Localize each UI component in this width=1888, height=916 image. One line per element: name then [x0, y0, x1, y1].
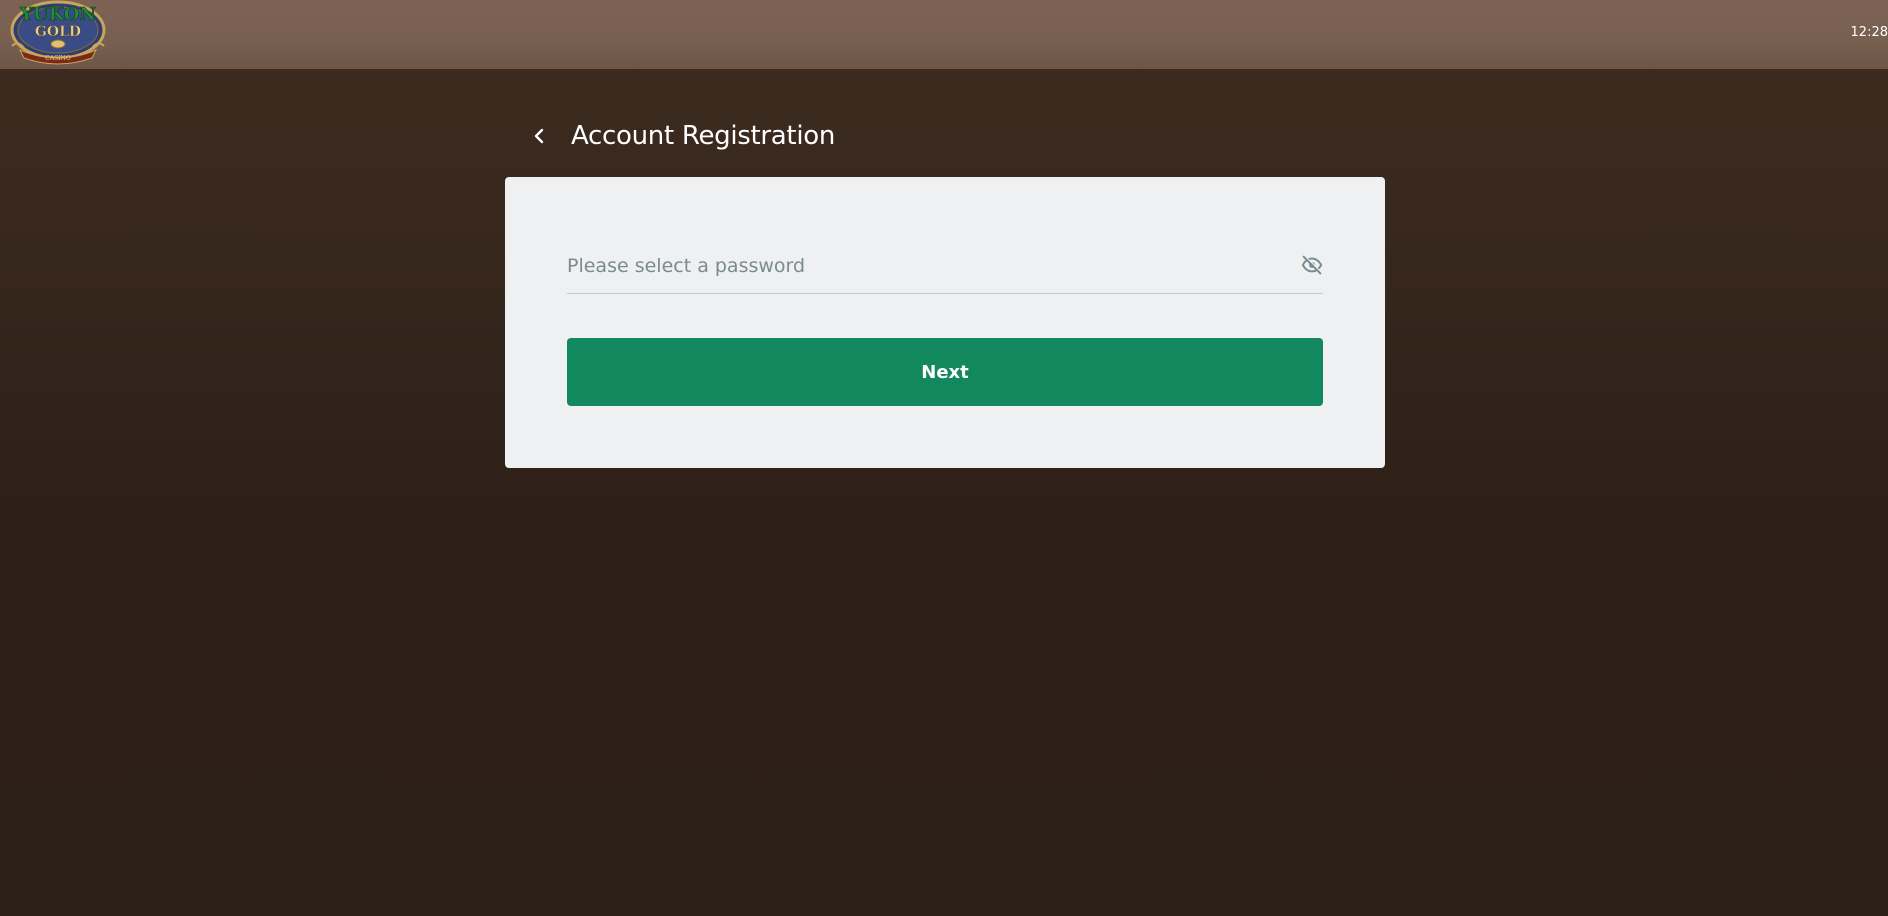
- eye-off-icon[interactable]: [1301, 254, 1323, 276]
- logo-graphic: YUKON GOLD CASINO: [10, 0, 106, 65]
- registration-card: Next: [505, 177, 1385, 468]
- password-input[interactable]: [567, 244, 1267, 288]
- page-header: Account Registration: [527, 116, 835, 156]
- clock: 12:28: [1850, 25, 1888, 40]
- back-button[interactable]: [527, 121, 551, 151]
- page-title: Account Registration: [571, 121, 836, 151]
- chevron-left-icon: [534, 128, 544, 144]
- top-bar: YUKON GOLD CASINO 12:28: [0, 0, 1888, 69]
- next-button[interactable]: Next: [567, 338, 1323, 406]
- logo-text-line3: CASINO: [45, 55, 71, 62]
- password-field: [567, 244, 1323, 294]
- yukon-gold-casino-logo[interactable]: YUKON GOLD CASINO: [8, 0, 108, 66]
- eye-off-icon-graphic: [1301, 255, 1323, 275]
- logo-text-line1: YUKON: [19, 4, 96, 25]
- logo-text-line2: GOLD: [35, 24, 81, 40]
